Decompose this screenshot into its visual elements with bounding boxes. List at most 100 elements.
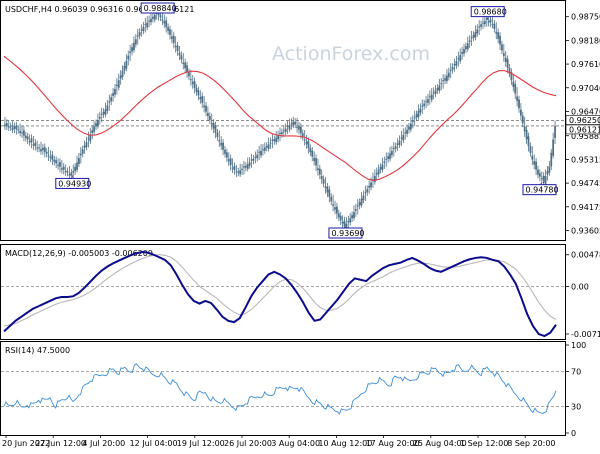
macd-tick-label: -0.007191	[571, 330, 600, 339]
x-tick-label: 12 Jul 04:00	[130, 439, 178, 448]
candle-body	[347, 220, 350, 223]
candle-body	[529, 146, 532, 153]
candle-body	[301, 133, 304, 137]
candle-body	[212, 122, 215, 129]
candle-body	[339, 215, 342, 221]
candle-body	[447, 72, 450, 78]
candle-body	[258, 151, 261, 153]
candle-body	[491, 23, 494, 25]
candle-body	[538, 173, 541, 177]
x-tick-label: 17 Aug 20:00	[366, 439, 420, 448]
candle-body	[294, 121, 297, 125]
candle-body	[438, 85, 441, 91]
candle-body	[144, 24, 147, 26]
candle-body	[480, 24, 482, 27]
candle-body	[104, 109, 107, 115]
candle-body	[176, 45, 179, 52]
candle-body	[423, 103, 426, 107]
candle-body	[57, 164, 59, 166]
watermark-text: ActionForex.com	[272, 43, 430, 65]
candle-body	[464, 46, 467, 50]
candle-body	[218, 139, 221, 142]
candle-body	[114, 89, 116, 95]
macd-y-axis: 0.004781 0.00 -0.007191	[566, 251, 600, 339]
candle-body	[148, 20, 151, 22]
candle-body	[121, 70, 124, 77]
candle-body	[275, 137, 278, 143]
candle-body	[133, 42, 135, 51]
candle-body	[229, 158, 232, 166]
candle-body	[446, 75, 448, 82]
candle-body	[115, 84, 118, 87]
candle-body	[512, 81, 515, 87]
candle-body	[38, 147, 40, 149]
candle-body	[332, 204, 335, 206]
candle-body	[269, 142, 272, 144]
candle-body	[15, 125, 18, 130]
candle-body	[188, 72, 190, 77]
candle-body	[394, 146, 397, 149]
candle-body	[402, 134, 405, 141]
candle-body	[159, 15, 162, 18]
candle-body	[199, 96, 202, 100]
x-tick-label: 26 Jul 20:00	[224, 439, 272, 448]
price-grid	[1, 120, 565, 127]
time-x-axis: 20 Jun 202227 Jun 12:004 Jul 20:00 12 Jul…	[2, 435, 556, 448]
candle-body	[59, 162, 61, 167]
x-tick-label: 27 Jun 12:00	[35, 439, 86, 448]
candle-body	[487, 21, 490, 23]
candle-body	[119, 75, 122, 79]
candle-body	[288, 125, 291, 130]
candle-body	[296, 127, 298, 129]
candle-body	[537, 169, 539, 175]
callout-label: 0.93690	[331, 229, 364, 238]
candle-body	[85, 142, 88, 148]
x-tick-label: 8 Sep 20:00	[507, 439, 555, 448]
candle-body	[189, 79, 192, 81]
candle-body	[317, 168, 319, 171]
candle-body	[366, 189, 369, 193]
candle-body	[320, 176, 323, 180]
candle-body	[341, 221, 344, 224]
candle-body	[263, 147, 266, 151]
candle-body	[311, 150, 314, 157]
candle-body	[552, 139, 555, 156]
candle-body	[499, 35, 501, 45]
candle-body	[172, 35, 175, 43]
candle-body	[51, 154, 54, 160]
candle-body	[432, 92, 435, 94]
callout-label: 0.98840	[144, 4, 177, 13]
x-tick-label: 4 Jul 20:00	[82, 439, 125, 448]
candle-body	[150, 18, 152, 23]
rsi-lines	[1, 363, 565, 415]
candle-body	[373, 175, 376, 183]
candle-body	[265, 145, 268, 148]
candle-body	[96, 120, 99, 127]
candle-body	[55, 160, 58, 164]
candle-body	[328, 189, 331, 197]
candle-body	[436, 87, 439, 91]
candle-body	[182, 62, 185, 64]
candle-body	[434, 90, 437, 94]
candle-body	[220, 142, 223, 146]
candle-body	[41, 147, 44, 151]
candle-body	[13, 126, 16, 129]
candle-body	[21, 132, 23, 134]
macd-tick-label: 0.00	[571, 282, 589, 291]
candle-body	[271, 139, 274, 141]
candle-body	[68, 174, 71, 176]
candle-body	[358, 202, 361, 206]
candle-body	[362, 195, 365, 201]
candle-body	[62, 166, 65, 170]
candle-body	[430, 94, 433, 100]
candle-body	[260, 150, 262, 156]
candle-body	[136, 35, 139, 37]
candle-body	[392, 148, 395, 150]
candle-body	[396, 143, 399, 145]
candle-body	[267, 144, 270, 149]
candle-body	[11, 127, 14, 131]
candle-body	[131, 47, 133, 52]
price-tick-label: 0.97040	[571, 84, 600, 93]
candle-body	[313, 158, 316, 162]
reference-price-label: 0.96250	[569, 116, 600, 125]
